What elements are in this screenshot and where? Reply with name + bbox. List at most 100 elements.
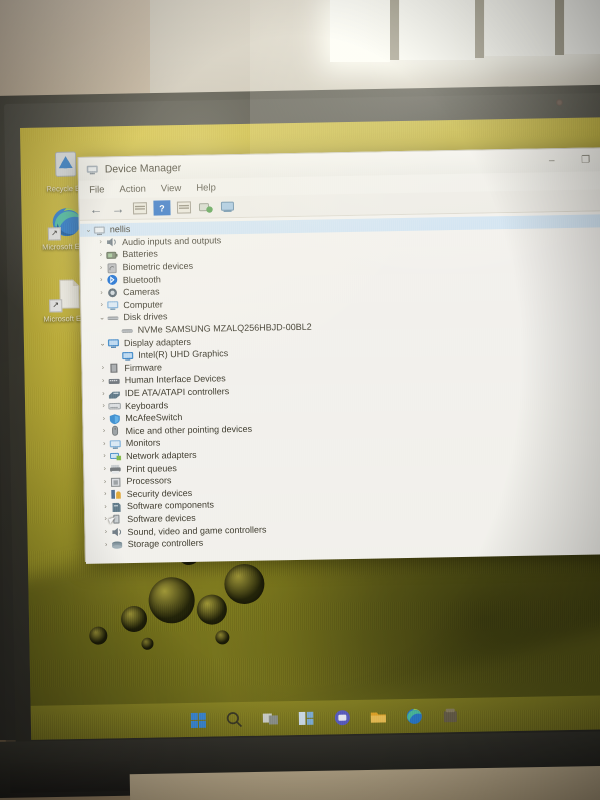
chevron-right-icon[interactable]: › (100, 440, 109, 447)
tree-item-label: nellis (109, 224, 131, 235)
software-icon (110, 501, 123, 512)
chevron-right-icon[interactable]: › (97, 289, 106, 296)
menu-item-view[interactable]: View (161, 183, 182, 194)
update-driver-button[interactable] (175, 200, 192, 215)
computer-icon (93, 224, 106, 235)
chevron-right-icon[interactable]: › (99, 377, 108, 384)
window-mullion-3 (555, 0, 564, 55)
task-view-icon[interactable] (260, 709, 279, 728)
start-button[interactable] (188, 710, 207, 729)
chevron-down-icon[interactable]: ⌄ (84, 226, 93, 234)
tree-item-label: Print queues (126, 462, 177, 474)
chevron-right-icon[interactable]: › (101, 491, 110, 498)
chevron-right-icon[interactable]: › (96, 251, 105, 259)
window-mullion-2 (475, 0, 484, 58)
printer-icon (109, 463, 122, 474)
properties-button[interactable] (131, 201, 148, 216)
tree-item-label: Biometric devices (122, 260, 194, 273)
chevron-right-icon[interactable]: › (99, 403, 108, 410)
menu-item-action[interactable]: Action (119, 183, 146, 194)
tree-item-label: Software components (126, 499, 215, 512)
chat-teams-icon[interactable] (332, 708, 351, 727)
keyboard-icon (108, 400, 121, 411)
tree-item-label: Network adapters (125, 449, 197, 462)
menu-item-file[interactable]: File (89, 184, 105, 195)
widgets-icon[interactable] (296, 708, 315, 727)
tree-item-label: Computer (123, 299, 163, 310)
maximize-button[interactable]: ❐ (568, 149, 600, 172)
chevron-right-icon[interactable]: › (102, 541, 111, 548)
tree-item-label: Bluetooth (122, 274, 161, 285)
bluetooth-icon (106, 274, 119, 286)
speaker-icon (110, 526, 123, 537)
tree-item-label: Keyboards (125, 399, 169, 411)
chevron-right-icon[interactable]: › (99, 390, 108, 397)
show-hidden-devices-button[interactable] (219, 199, 236, 214)
chevron-right-icon[interactable]: › (101, 503, 110, 510)
chevron-right-icon[interactable]: › (98, 365, 107, 372)
chevron-right-icon[interactable]: › (96, 239, 105, 246)
security-icon (110, 488, 123, 500)
hid-icon (108, 375, 121, 386)
menu-item-help[interactable]: Help (196, 182, 216, 193)
forward-button[interactable]: → (109, 201, 126, 216)
ide-icon (108, 388, 121, 399)
tree-item-label: IDE ATA/ATAPI controllers (124, 386, 230, 399)
mouse-icon (108, 425, 121, 437)
network-icon (109, 451, 122, 462)
processor-icon (109, 476, 122, 487)
laptop-hinge-foot (9, 760, 131, 794)
chevron-right-icon[interactable]: › (100, 478, 109, 485)
chevron-right-icon[interactable]: › (101, 528, 110, 536)
display-icon (121, 350, 134, 361)
store-icon[interactable] (440, 706, 459, 725)
shortcut-arrow-icon: ↗ (49, 299, 63, 313)
tree-item-label: Sound, video and game controllers (127, 524, 267, 537)
laptop-screen: Recycle Bin ↗ Microsoft Edge ↗ Microsoft… (20, 117, 600, 740)
chevron-right-icon[interactable]: › (97, 302, 106, 309)
edge-icon[interactable] (404, 706, 423, 725)
window-pane-4 (565, 0, 600, 54)
chevron-down-icon[interactable]: ⌄ (98, 339, 107, 347)
chevron-right-icon[interactable]: › (99, 415, 108, 422)
chevron-right-icon[interactable]: › (100, 466, 109, 473)
device-manager-icon (86, 163, 99, 176)
speaker-icon (105, 237, 118, 248)
tree-item-label: Storage controllers (127, 537, 204, 550)
device-tree[interactable]: ⌄ nellis › Audio inputs and outputs › Batteri… (79, 210, 600, 564)
chevron-right-icon[interactable]: › (100, 453, 109, 460)
tree-item-label: Display adapters (123, 336, 192, 348)
scan-hardware-changes-button[interactable] (197, 199, 214, 214)
mcafee-icon (108, 413, 121, 425)
tree-item-label: Security devices (126, 487, 193, 499)
disk-icon (106, 312, 119, 323)
tree-item-label: Batteries (122, 248, 158, 260)
file-explorer-icon[interactable] (368, 707, 387, 726)
tree-item-label: Intel(R) UHD Graphics (138, 348, 229, 361)
window-pane-2 (400, 0, 475, 60)
tree-item-label: Software devices (127, 512, 196, 525)
laptop-photo: Recycle Bin ↗ Microsoft Edge ↗ Microsoft… (0, 0, 600, 800)
search-icon[interactable] (224, 710, 243, 729)
chevron-right-icon[interactable]: › (100, 428, 109, 435)
disk-icon (121, 324, 134, 335)
device-manager-window[interactable]: Device Manager – ❐ × File Action View He… (77, 146, 600, 564)
tree-item-label: Monitors (125, 437, 161, 449)
back-button[interactable]: ← (87, 201, 104, 217)
firmware-icon (107, 363, 120, 374)
minimize-button[interactable]: – (534, 149, 568, 172)
tree-item-label: Mice and other pointing devices (125, 423, 253, 436)
window-mullion-1 (390, 0, 399, 60)
chevron-down-icon[interactable]: ⌄ (97, 314, 106, 322)
tree-item-label: Firmware (124, 362, 163, 373)
window-title: Device Manager (104, 161, 182, 175)
camera-icon (106, 287, 119, 298)
chevron-right-icon[interactable]: › (97, 277, 106, 284)
help-button[interactable]: ? (153, 200, 171, 216)
monitor-icon (109, 438, 122, 449)
tree-item-label: Disk drives (123, 311, 168, 323)
tree-item-label: Human Interface Devices (124, 373, 226, 386)
webcam-icon (555, 98, 564, 107)
shortcut-arrow-icon: ↗ (47, 227, 62, 241)
chevron-right-icon[interactable]: › (97, 264, 106, 271)
